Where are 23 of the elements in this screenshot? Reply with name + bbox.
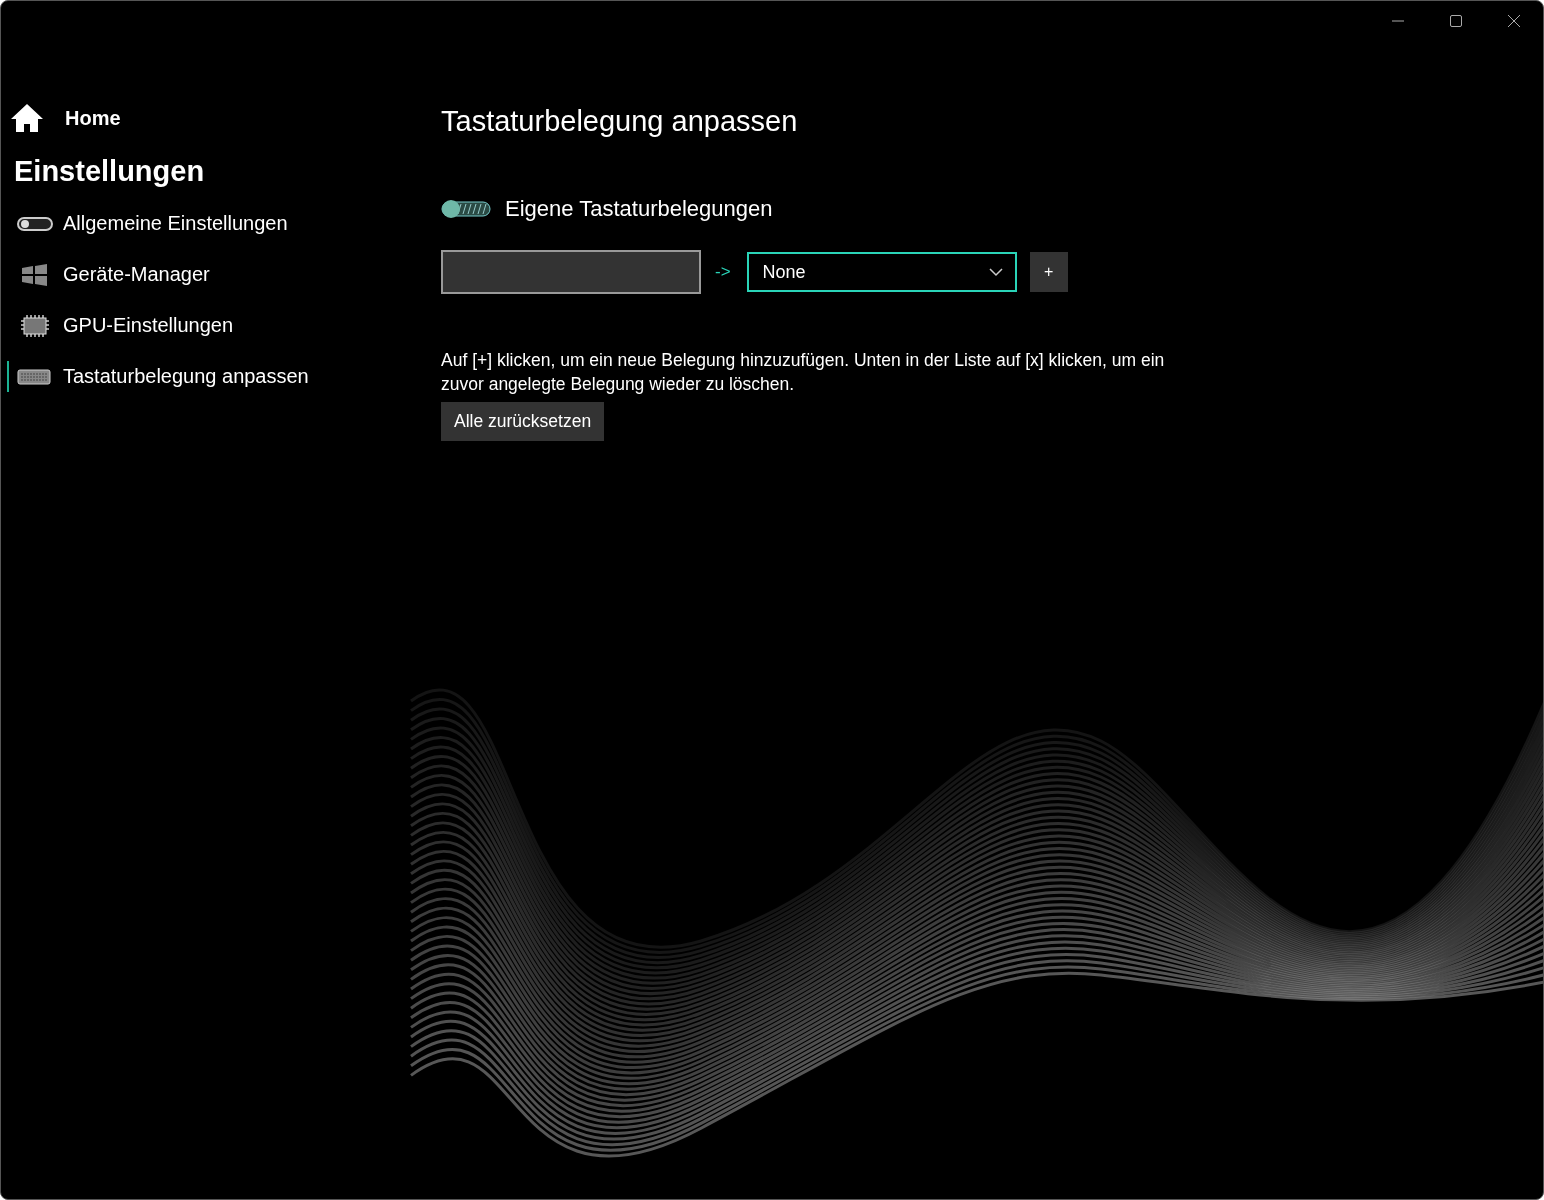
home-button[interactable]: Home — [1, 101, 127, 135]
add-button[interactable]: + — [1029, 252, 1068, 292]
caret-icon — [988, 267, 1003, 277]
key-input-field[interactable] — [441, 250, 701, 294]
section-heading: Einstellungen — [14, 155, 206, 188]
mapping-arrow: -> — [715, 262, 731, 282]
nav-item-label: Allgemeine Einstellungen — [63, 212, 288, 235]
reset-all-button[interactable]: Alle zurücksetzen — [441, 402, 605, 441]
nav-item-label: Tastaturbelegung anpassen — [63, 365, 309, 388]
nav-item[interactable]: Tastaturbelegung anpassen — [1, 351, 441, 402]
nav-item[interactable]: GPU-Einstellungen — [1, 300, 441, 351]
nav-item[interactable]: Allgemeine Einstellungen — [1, 198, 441, 249]
nav-item-label: Geräte-Manager — [63, 263, 210, 286]
maximize-icon — [1449, 14, 1463, 28]
nav-item[interactable]: Geräte-Manager — [1, 249, 441, 300]
toggle-switch[interactable] — [441, 199, 491, 219]
nav-item-label: GPU-Einstellungen — [63, 314, 234, 337]
key-dropdown[interactable]: None — [746, 252, 1017, 292]
help-text: Auf [+] klicken, um ein neue Belegung hinzuzufügen. Unten in der Liste auf [x] klicken, um ein zuvor angelegte Belegung wieder zu löschen. — [441, 349, 1166, 396]
toggle-label: Eigene Tastaturbelegungen — [505, 196, 773, 222]
close-icon — [1507, 14, 1521, 28]
page-title: Tastaturbelegung anpassen — [441, 105, 799, 138]
home-icon — [9, 102, 45, 134]
